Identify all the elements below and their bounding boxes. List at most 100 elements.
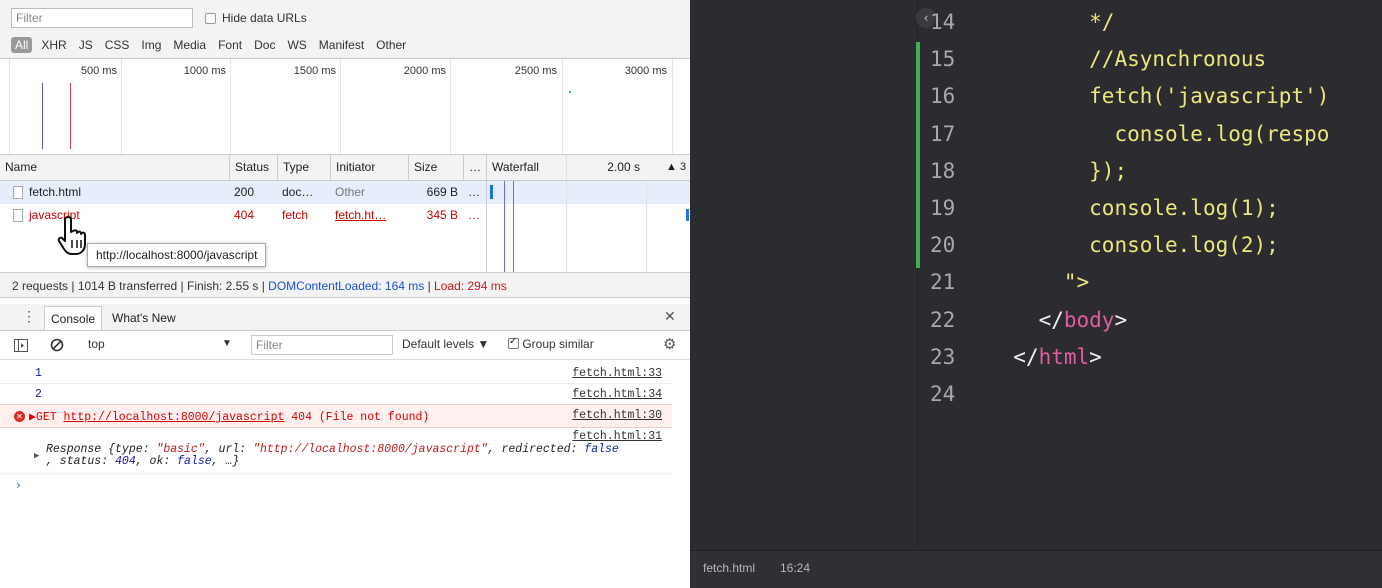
column-name[interactable]: Name bbox=[0, 155, 229, 180]
code-token: //Asynchronous bbox=[1089, 47, 1267, 71]
tab-console[interactable]: Console bbox=[44, 306, 103, 330]
log-levels-dropdown[interactable]: Default levels ▼ bbox=[402, 337, 489, 351]
type-filter-ws[interactable]: WS bbox=[284, 37, 309, 53]
table-row[interactable]: fetch.html 200 doc… Other 669 B … bbox=[0, 181, 690, 204]
load-marker bbox=[70, 83, 71, 149]
request-status: 200 bbox=[234, 185, 255, 199]
request-more: … bbox=[468, 185, 480, 199]
type-filter-js[interactable]: JS bbox=[76, 37, 96, 53]
sidebar-toggle-icon[interactable] bbox=[14, 339, 28, 352]
request-type: fetch bbox=[282, 208, 309, 222]
code-token: body bbox=[1063, 308, 1115, 332]
console-message: 2 fetch.html:34 bbox=[0, 384, 672, 405]
status-cursor-position[interactable]: 16:24 bbox=[780, 561, 810, 575]
type-filter-css[interactable]: CSS bbox=[102, 37, 133, 53]
column-type[interactable]: Type bbox=[277, 155, 330, 180]
code-token: "> bbox=[1063, 270, 1090, 294]
waterfall-bar[interactable] bbox=[490, 185, 493, 199]
console-settings-gear-icon[interactable]: ⚙ bbox=[663, 335, 676, 353]
hand-pointer-icon bbox=[57, 216, 86, 255]
type-filter-img[interactable]: Img bbox=[138, 37, 164, 53]
hide-data-urls-checkbox[interactable] bbox=[205, 12, 216, 24]
request-name[interactable]: fetch.html bbox=[29, 185, 81, 199]
request-status: 404 bbox=[234, 208, 255, 222]
overview-grid-line bbox=[9, 59, 10, 154]
type-filter-xhr[interactable]: XHR bbox=[38, 37, 69, 53]
code-line[interactable]: console.log(respo bbox=[988, 116, 1329, 153]
type-filter-media[interactable]: Media bbox=[170, 37, 209, 53]
code-token: fetch('javascript') bbox=[1089, 84, 1330, 108]
error-url-link[interactable]: http://localhost:8000/javascript bbox=[64, 411, 285, 424]
clear-console-icon[interactable] bbox=[50, 338, 64, 352]
document-icon bbox=[13, 209, 23, 223]
waterfall-load-line bbox=[513, 181, 514, 272]
drawer-menu-icon[interactable]: ⋮ bbox=[22, 308, 36, 324]
network-overview-timeline[interactable]: 500 ms 1000 ms 1500 ms 2000 ms 2500 ms 3… bbox=[0, 59, 690, 154]
code-token: > bbox=[1114, 308, 1128, 332]
error-suffix: 404 (File not found) bbox=[284, 411, 430, 424]
code-line[interactable]: //Asynchronous bbox=[988, 41, 1266, 78]
code-line[interactable]: }); bbox=[988, 153, 1127, 190]
overview-label: 1000 ms bbox=[183, 65, 226, 77]
waterfall-grid-line bbox=[646, 181, 647, 272]
type-filter-other[interactable]: Other bbox=[373, 37, 409, 53]
column-size[interactable]: Size bbox=[408, 155, 463, 180]
group-similar-toggle[interactable]: Group similar bbox=[508, 336, 594, 351]
hide-data-urls-label: Hide data URLs bbox=[222, 11, 307, 25]
column-status[interactable]: Status bbox=[229, 155, 277, 180]
console-source-link[interactable]: fetch.html:34 bbox=[572, 388, 662, 401]
waterfall-time-label: 2.00 s bbox=[566, 155, 646, 180]
console-message: 1 fetch.html:33 bbox=[0, 363, 672, 384]
group-similar-label: Group similar bbox=[522, 337, 594, 351]
type-filter-manifest[interactable]: Manifest bbox=[316, 37, 367, 53]
waterfall-grid-line bbox=[566, 181, 567, 272]
console-prompt-icon[interactable]: › bbox=[16, 478, 21, 492]
close-drawer-icon[interactable]: ✕ bbox=[664, 308, 676, 325]
line-number: 22 bbox=[930, 308, 956, 332]
type-filter-all[interactable]: All bbox=[11, 37, 33, 53]
status-file-name[interactable]: fetch.html bbox=[703, 561, 755, 575]
overview-label: 2000 ms bbox=[403, 65, 446, 77]
hide-data-urls-toggle[interactable]: Hide data URLs bbox=[205, 11, 307, 25]
overview-label: 1500 ms bbox=[293, 65, 336, 77]
type-filter-doc[interactable]: Doc bbox=[251, 37, 278, 53]
console-source-link[interactable]: fetch.html:31 bbox=[572, 430, 662, 443]
waterfall-bar[interactable] bbox=[686, 209, 689, 221]
network-filter-input[interactable] bbox=[11, 8, 193, 28]
request-initiator-link[interactable]: fetch.ht… bbox=[335, 204, 408, 227]
column-more[interactable]: … bbox=[463, 155, 486, 180]
table-row[interactable]: javascript 404 fetch fetch.ht… 345 B … bbox=[0, 204, 690, 227]
console-error-message[interactable]: ✕ ▶GET http://localhost:8000/javascript 4… bbox=[0, 404, 672, 428]
tab-whats-new[interactable]: What's New bbox=[106, 306, 182, 330]
request-type: doc… bbox=[282, 185, 314, 199]
code-line[interactable]: </html> bbox=[988, 339, 1102, 376]
console-toolbar: top ▼ Default levels ▼ Group similar ⚙ bbox=[0, 331, 690, 360]
code-line[interactable]: console.log(2); bbox=[988, 227, 1279, 264]
code-line[interactable]: */ bbox=[988, 4, 1114, 41]
code-line[interactable]: fetch('javascript') bbox=[988, 78, 1329, 115]
context-dropdown-icon[interactable]: ▼ bbox=[222, 338, 232, 349]
group-similar-checkbox[interactable] bbox=[508, 336, 519, 349]
console-source-link[interactable]: fetch.html:30 bbox=[572, 409, 662, 422]
expand-triangle-icon[interactable]: ▶ bbox=[34, 451, 39, 461]
console-object-message[interactable]: fetch.html:31 ▶ Response {type: "basic",… bbox=[0, 427, 672, 474]
column-waterfall[interactable]: Waterfall bbox=[486, 155, 566, 180]
console-filter-input[interactable] bbox=[251, 335, 393, 355]
code-line[interactable]: </body> bbox=[988, 302, 1128, 339]
code-line[interactable]: console.log(1); bbox=[988, 190, 1279, 227]
console-source-link[interactable]: fetch.html:33 bbox=[572, 367, 662, 380]
overview-grid-line bbox=[562, 59, 563, 154]
code-token: console.log(2); bbox=[1089, 233, 1279, 257]
context-selector[interactable]: top bbox=[88, 337, 105, 351]
code-token: console.log(respo bbox=[1114, 122, 1330, 146]
code-line[interactable]: "> bbox=[988, 264, 1089, 301]
column-initiator[interactable]: Initiator bbox=[330, 155, 408, 180]
waterfall-divider bbox=[486, 181, 487, 272]
code-token: }); bbox=[1089, 159, 1128, 183]
waterfall-sort-indicator[interactable]: ▲ 3 bbox=[646, 155, 690, 180]
type-filter-font[interactable]: Font bbox=[215, 37, 245, 53]
